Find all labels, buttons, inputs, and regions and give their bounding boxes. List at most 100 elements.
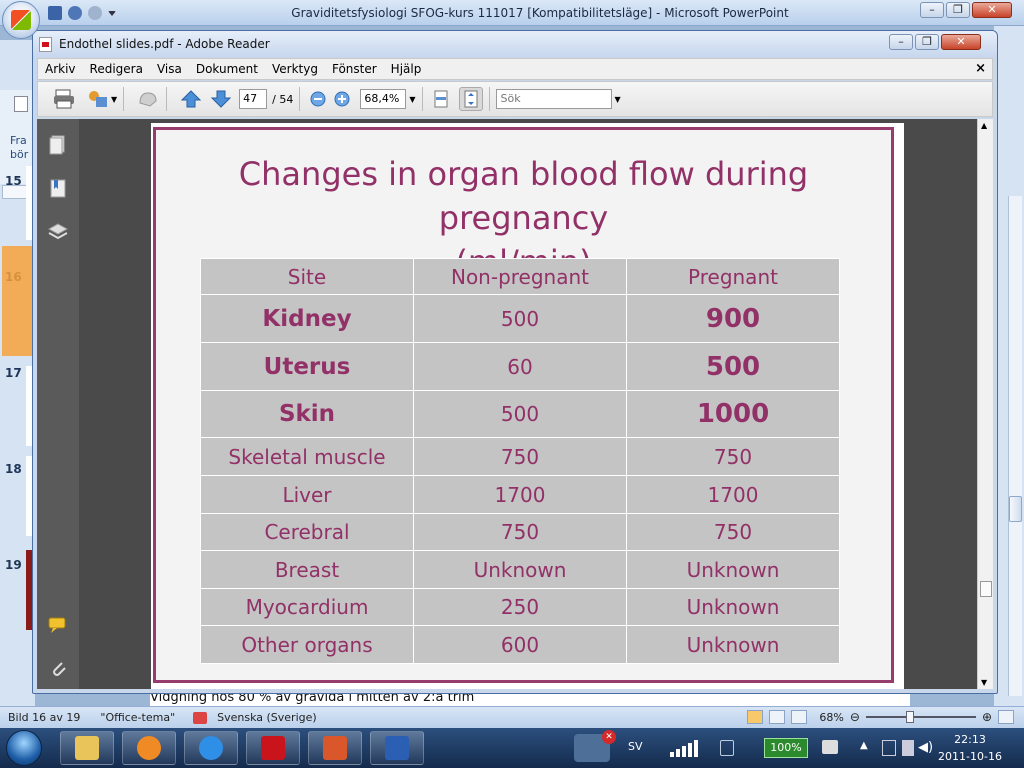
fit-window-button[interactable]: [998, 710, 1014, 724]
menu-arkiv[interactable]: Arkiv: [38, 62, 83, 76]
zoom-out-icon[interactable]: ⊖: [850, 710, 860, 724]
language-indicator[interactable]: SV: [628, 740, 643, 753]
zoom-out-button[interactable]: [306, 87, 330, 111]
zoom-slider[interactable]: [865, 711, 976, 723]
battery-indicator[interactable]: 100%: [764, 738, 808, 758]
powerpoint-icon: [323, 736, 347, 760]
pages-icon[interactable]: [47, 133, 69, 155]
table-cell-pregnant: Unknown: [626, 588, 840, 626]
ppt-minimize-button[interactable]: –: [920, 2, 944, 18]
page-total: / 54: [272, 92, 294, 106]
table-cell-site: Other organs: [200, 625, 414, 664]
document-viewport[interactable]: Changes in organ blood flow during pregn…: [79, 119, 977, 689]
adobe-reader-icon: [261, 736, 285, 760]
taskbar-media-player[interactable]: [122, 731, 176, 765]
reader-toolbar: ▼ 47 / 54 68,4% ▼ Sök ▼: [37, 81, 993, 117]
reader-close-button[interactable]: ✕: [941, 34, 981, 50]
zoom-level[interactable]: 68%: [819, 711, 843, 724]
print-button[interactable]: [52, 87, 76, 111]
powerpoint-titlebar: Graviditetsfysiologi SFOG-kurs 111017 [K…: [0, 0, 1024, 26]
clock-time[interactable]: 22:13: [940, 733, 1000, 746]
customize-dropdown-icon[interactable]: [108, 10, 116, 16]
table-row: Skeletal muscle 750 750: [200, 437, 840, 476]
slide-frame: Changes in organ blood flow during pregn…: [153, 127, 894, 683]
taskbar-internet-explorer[interactable]: [184, 731, 238, 765]
menu-visa[interactable]: Visa: [150, 62, 189, 76]
search-dropdown-icon[interactable]: ▼: [615, 95, 621, 104]
zoom-in-button[interactable]: [330, 87, 354, 111]
office-button[interactable]: [2, 1, 40, 39]
comment-button[interactable]: [136, 87, 160, 111]
slideshow-button[interactable]: [791, 710, 808, 724]
slide-sorter-button[interactable]: [769, 710, 786, 724]
previous-page-button[interactable]: [179, 87, 203, 111]
menu-hjalp[interactable]: Hjälp: [384, 62, 429, 76]
page-number-input[interactable]: 47: [239, 89, 268, 109]
slide-thumbnail-16-selected[interactable]: [2, 246, 36, 356]
powerpoint-vertical-scrollbar[interactable]: [1008, 196, 1022, 696]
office-logo-icon: [11, 10, 31, 30]
zoom-value-input[interactable]: 68,4%: [360, 89, 407, 109]
menu-redigera[interactable]: Redigera: [83, 62, 150, 76]
comments-icon[interactable]: [47, 615, 69, 637]
usb-icon[interactable]: [902, 740, 914, 756]
zoom-slider-knob[interactable]: [905, 711, 914, 723]
taskbar-powerpoint[interactable]: [308, 731, 362, 765]
clock-date[interactable]: 2011-10-16: [930, 750, 1010, 763]
menu-verktyg[interactable]: Verktyg: [265, 62, 325, 76]
scroll-up-icon[interactable]: ▲: [981, 121, 987, 130]
reader-minimize-button[interactable]: –: [889, 34, 913, 50]
powerpoint-window-title: Graviditetsfysiologi SFOG-kurs 111017 [K…: [291, 6, 789, 20]
reader-window-controls: – ❐ ✕: [889, 34, 981, 50]
table-row: Uterus 60 500: [200, 342, 840, 391]
spellcheck-icon[interactable]: [193, 711, 208, 724]
layers-icon[interactable]: [47, 221, 69, 243]
signal-strength-icon[interactable]: [668, 738, 714, 758]
normal-view-button[interactable]: [747, 710, 764, 724]
show-hidden-icons-icon[interactable]: ▲: [860, 740, 868, 751]
close-document-button[interactable]: ×: [975, 61, 986, 76]
undo-icon[interactable]: [68, 6, 82, 20]
table-row: Other organs 600 Unknown: [200, 625, 840, 664]
redo-icon[interactable]: [88, 6, 102, 20]
quick-access-toolbar: [48, 4, 116, 22]
taskbar-adobe-reader[interactable]: [246, 731, 300, 765]
toolbar-separator: [123, 87, 125, 111]
language-status[interactable]: Svenska (Sverige): [217, 711, 317, 724]
menu-dokument[interactable]: Dokument: [189, 62, 265, 76]
attachments-icon[interactable]: [47, 657, 69, 679]
table-cell-nonpregnant: 1700: [413, 475, 627, 514]
save-icon[interactable]: [48, 6, 62, 20]
reader-maximize-button[interactable]: ❐: [915, 34, 939, 50]
power-plug-icon[interactable]: [822, 740, 838, 754]
device-icon[interactable]: [882, 740, 896, 756]
fit-width-button[interactable]: [429, 87, 453, 111]
reader-scroll-thumb[interactable]: [980, 581, 992, 597]
reader-vertical-scrollbar[interactable]: ▲ ▼: [977, 119, 993, 689]
taskbar-word[interactable]: [370, 731, 424, 765]
table-cell-pregnant: 500: [626, 342, 840, 391]
table-cell-pregnant: 1700: [626, 475, 840, 514]
wireless-icon[interactable]: [720, 740, 734, 756]
table-cell-nonpregnant: 60: [413, 342, 627, 391]
table-cell-nonpregnant: 750: [413, 437, 627, 476]
next-page-button[interactable]: [209, 87, 233, 111]
table-row: Cerebral 750 750: [200, 513, 840, 551]
share-dropdown-icon[interactable]: ▼: [111, 95, 117, 104]
ppt-maximize-button[interactable]: ❐: [946, 2, 970, 18]
start-button[interactable]: [6, 730, 42, 766]
bookmarks-icon[interactable]: [47, 177, 69, 199]
zoom-in-icon[interactable]: ⊕: [982, 710, 992, 724]
new-slide-icon[interactable]: [14, 96, 28, 112]
scroll-down-icon[interactable]: ▼: [981, 678, 987, 687]
zoom-dropdown-icon[interactable]: ▼: [409, 95, 415, 104]
share-button[interactable]: [86, 87, 110, 111]
toolbar-separator: [488, 87, 490, 111]
search-input[interactable]: Sök: [495, 89, 612, 109]
taskbar-explorer[interactable]: [60, 731, 114, 765]
menu-fonster[interactable]: Fönster: [325, 62, 384, 76]
table-cell-site: Uterus: [200, 342, 414, 391]
powerpoint-scroll-thumb[interactable]: [1009, 496, 1022, 522]
fit-page-button[interactable]: [458, 87, 483, 111]
ppt-close-button[interactable]: ✕: [972, 2, 1012, 18]
